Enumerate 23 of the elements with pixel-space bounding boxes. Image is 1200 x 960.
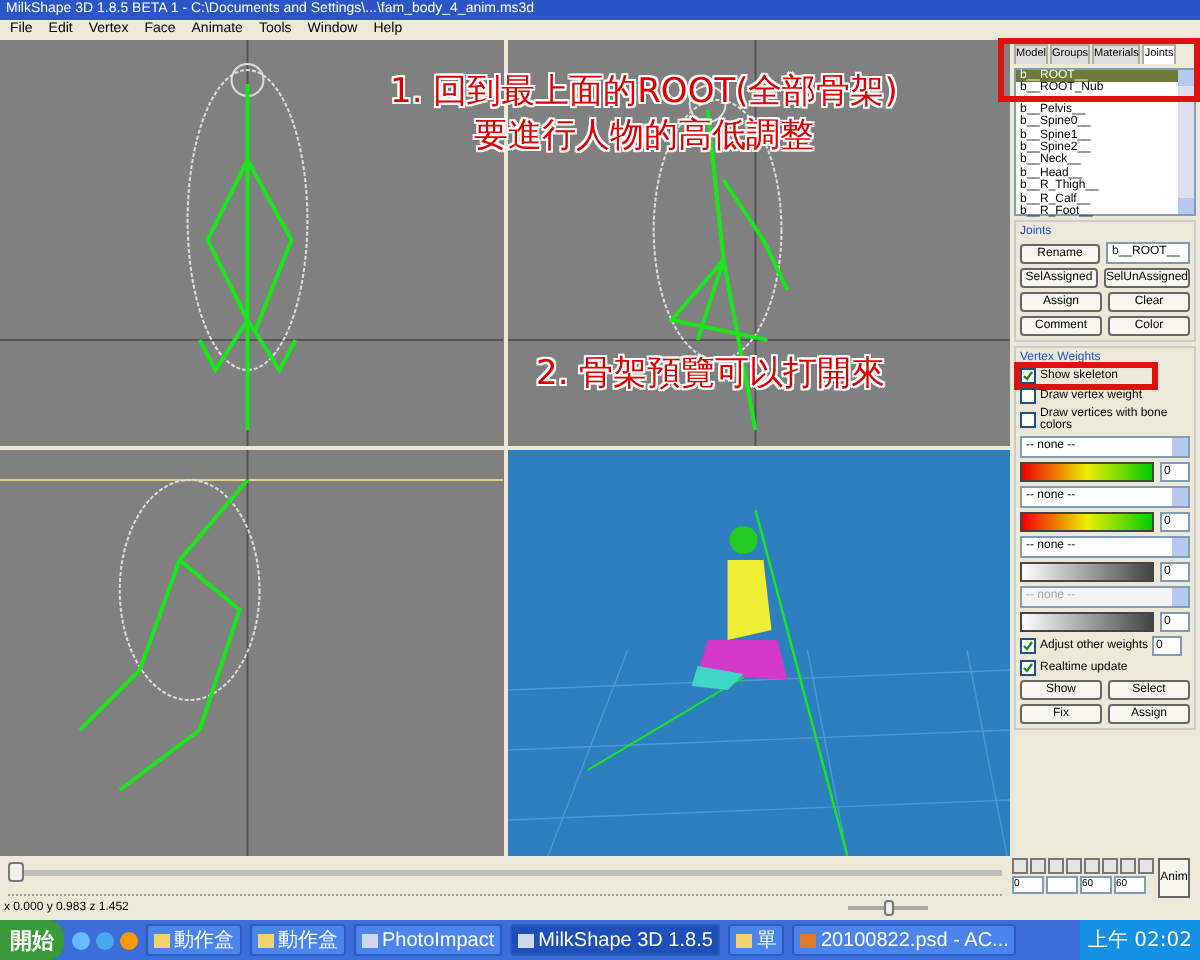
folder-icon <box>736 933 753 947</box>
taskbar-button[interactable]: PhotoImpact <box>354 924 503 956</box>
taskbar-button[interactable]: 單 <box>728 924 785 956</box>
checkbox[interactable] <box>1020 388 1036 404</box>
taskbar-button[interactable]: 20100822.psd - AC... <box>792 924 1017 956</box>
viewport[interactable] <box>507 450 1010 856</box>
scrollbar[interactable] <box>1178 70 1194 214</box>
slider-thumb[interactable] <box>8 861 24 881</box>
viewport[interactable] <box>0 40 503 446</box>
taskbar-button[interactable]: MilkShape 3D 1.8.5 <box>510 924 721 956</box>
checkbox[interactable] <box>1020 368 1036 384</box>
frame-field[interactable] <box>1046 876 1078 894</box>
checkbox[interactable] <box>1020 412 1036 428</box>
clock: 上午 02:02 <box>1088 927 1192 954</box>
checkbox[interactable] <box>1020 660 1036 676</box>
taskbar-button[interactable]: 動作盒 <box>250 924 346 956</box>
start-button[interactable]: 開始 <box>0 920 64 960</box>
timeline-slider[interactable] <box>8 861 1002 881</box>
taskbar-button[interactable]: 動作盒 <box>146 924 242 956</box>
folder-icon <box>258 933 274 947</box>
checkbox[interactable] <box>1020 638 1036 654</box>
folder-icon <box>154 933 170 947</box>
slider-thumb[interactable] <box>884 900 895 916</box>
